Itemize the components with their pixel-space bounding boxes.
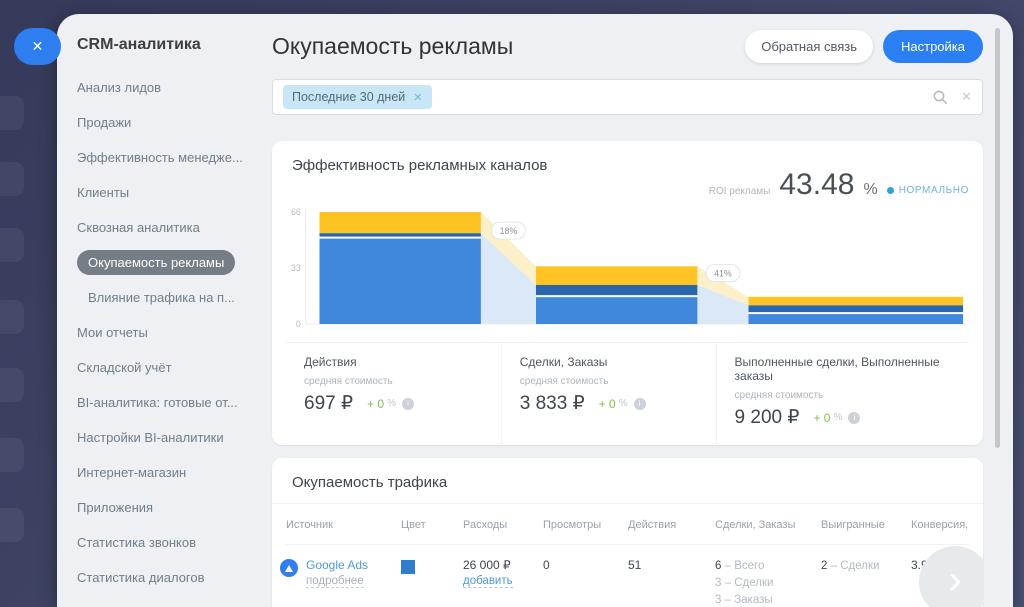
feedback-button[interactable]: Обратная связь <box>745 30 873 63</box>
won-cell: 2 – Сделки <box>821 558 911 607</box>
google-ads-icon <box>280 559 298 577</box>
svg-text:41%: 41% <box>714 269 732 279</box>
filter-chip-last-30-days[interactable]: Последние 30 дней ✕ <box>283 85 432 109</box>
metric-value: 697 ₽ <box>304 392 353 415</box>
expenses-value: 26 000 ₽ <box>463 558 511 572</box>
funnel-chart[interactable]: 66 33 0 18% 41% <box>288 204 967 336</box>
col-deals-orders: Сделки, Заказы <box>715 519 821 531</box>
svg-text:0: 0 <box>296 319 301 329</box>
search-icon[interactable] <box>933 90 948 105</box>
col-expenses: Расходы <box>463 519 543 531</box>
sidebar-item-inventory[interactable]: Складской учёт <box>77 350 270 385</box>
page-header: Окупаемость рекламы Обратная связь Настр… <box>272 30 983 63</box>
col-color: Цвет <box>401 519 463 531</box>
status-dot-icon <box>887 187 894 194</box>
sidebar-item-manager-efficiency[interactable]: Эффективность менедже... <box>77 140 270 175</box>
add-expenses-link[interactable]: добавить <box>463 575 513 588</box>
col-source: Источник <box>286 519 401 531</box>
table-card-title: Окупаемость трафика <box>286 474 969 491</box>
backdrop-blob <box>0 368 24 402</box>
settings-button[interactable]: Настройка <box>883 30 983 63</box>
backdrop-blob <box>0 96 24 130</box>
info-icon[interactable]: i <box>402 398 414 410</box>
metric-deals-orders: Сделки, Заказы средняя стоимость 3 833 ₽… <box>501 343 716 445</box>
actions-value: 51 <box>628 558 715 607</box>
sidebar-item-bi-settings[interactable]: Настройки BI-аналитики <box>77 420 270 455</box>
metric-completed-deals: Выполненные сделки, Выполненные заказы с… <box>716 343 969 445</box>
filter-search-bar[interactable]: Последние 30 дней ✕ ✕ <box>272 79 983 115</box>
roi-label: ROI рекламы <box>709 186 771 197</box>
info-icon[interactable]: i <box>634 398 646 410</box>
views-value: 0 <box>543 558 628 607</box>
svg-text:33: 33 <box>291 263 301 273</box>
filter-clear-icon[interactable]: ✕ <box>961 89 972 105</box>
sidebar-item-bi-reports[interactable]: BI-аналитика: готовые от... <box>77 385 270 420</box>
col-views: Просмотры <box>543 519 628 531</box>
deals-cell: 6 – Всего 3 – Сделки 3 – Заказы <box>715 558 821 607</box>
col-actions: Действия <box>628 519 715 531</box>
sidebar-item-lead-analysis[interactable]: Анализ лидов <box>77 70 270 105</box>
table-row-google-ads: Google Ads подробнее 26 000 ₽ добавить 0… <box>286 545 969 607</box>
traffic-payback-card: Окупаемость трафика Источник Цвет Расход… <box>272 458 983 607</box>
metric-delta-unit: % <box>619 398 628 409</box>
svg-text:66: 66 <box>291 207 301 217</box>
sidebar-item-end-to-end-analytics[interactable]: Сквозная аналитика <box>77 210 270 245</box>
chip-remove-icon[interactable]: ✕ <box>413 91 422 104</box>
slideover-panel: CRM-аналитика Анализ лидов Продажи Эффек… <box>57 14 1013 607</box>
close-icon: ✕ <box>32 38 44 55</box>
channel-efficiency-card: Эффективность рекламных каналов ROI рекл… <box>272 141 983 445</box>
roi-value: 43.48 <box>779 168 854 202</box>
col-conversion: Конверсия, <box>911 519 983 531</box>
svg-text:18%: 18% <box>500 226 518 236</box>
source-link[interactable]: Google Ads <box>306 558 368 572</box>
info-icon[interactable]: i <box>848 412 860 424</box>
backdrop-blob <box>0 228 24 262</box>
metric-delta-unit: % <box>387 398 396 409</box>
table-header-row: Источник Цвет Расходы Просмотры Действия… <box>286 504 969 545</box>
details-link[interactable]: подробнее <box>306 575 364 588</box>
sidebar-item-ad-payback[interactable]: Окупаемость рекламы <box>77 245 270 280</box>
close-panel-button[interactable]: ✕ <box>14 28 61 65</box>
backdrop-blob <box>0 438 24 472</box>
sidebar-item-online-store[interactable]: Интернет-магазин <box>77 455 270 490</box>
funnel-metrics: Действия средняя стоимость 697 ₽ + 0 % i… <box>286 342 969 445</box>
sidebar-item-my-reports[interactable]: Мои отчеты <box>77 315 270 350</box>
sidebar-item-apps[interactable]: Приложения <box>77 490 270 525</box>
main-content: Окупаемость рекламы Обратная связь Настр… <box>270 14 1013 607</box>
sidebar-item-sales[interactable]: Продажи <box>77 105 270 140</box>
chevron-right-icon: › <box>948 558 961 603</box>
backdrop-blob <box>0 300 24 334</box>
metric-delta-unit: % <box>833 412 842 423</box>
panel-scrollbar[interactable] <box>995 28 1000 448</box>
roi-status-label: НОРМАЛЬНО <box>899 185 969 196</box>
filter-chip-label: Последние 30 дней <box>292 90 405 104</box>
backdrop-blob <box>0 162 24 196</box>
page-title: Окупаемость рекламы <box>272 33 745 60</box>
sidebar-item-clients[interactable]: Клиенты <box>77 175 270 210</box>
metric-value: 3 833 ₽ <box>520 392 585 415</box>
roi-unit: % <box>863 181 877 199</box>
sidebar: CRM-аналитика Анализ лидов Продажи Эффек… <box>57 14 270 607</box>
roi-status-badge: НОРМАЛЬНО <box>887 185 969 196</box>
metric-delta: + 0 <box>367 397 384 411</box>
color-swatch[interactable] <box>401 560 415 574</box>
backdrop-blob <box>0 508 24 542</box>
col-won: Выигранные <box>821 519 911 531</box>
metric-actions: Действия средняя стоимость 697 ₽ + 0 % i <box>286 343 501 445</box>
sidebar-item-call-stats[interactable]: Статистика звонков <box>77 525 270 560</box>
sidebar-item-traffic-influence[interactable]: Влияние трафика на п... <box>77 280 270 315</box>
metric-delta: + 0 <box>599 397 616 411</box>
sidebar-item-dialog-stats[interactable]: Статистика диалогов <box>77 560 270 595</box>
metric-delta: + 0 <box>813 411 830 425</box>
sidebar-title: CRM-аналитика <box>77 36 270 54</box>
metric-value: 9 200 ₽ <box>735 406 800 429</box>
